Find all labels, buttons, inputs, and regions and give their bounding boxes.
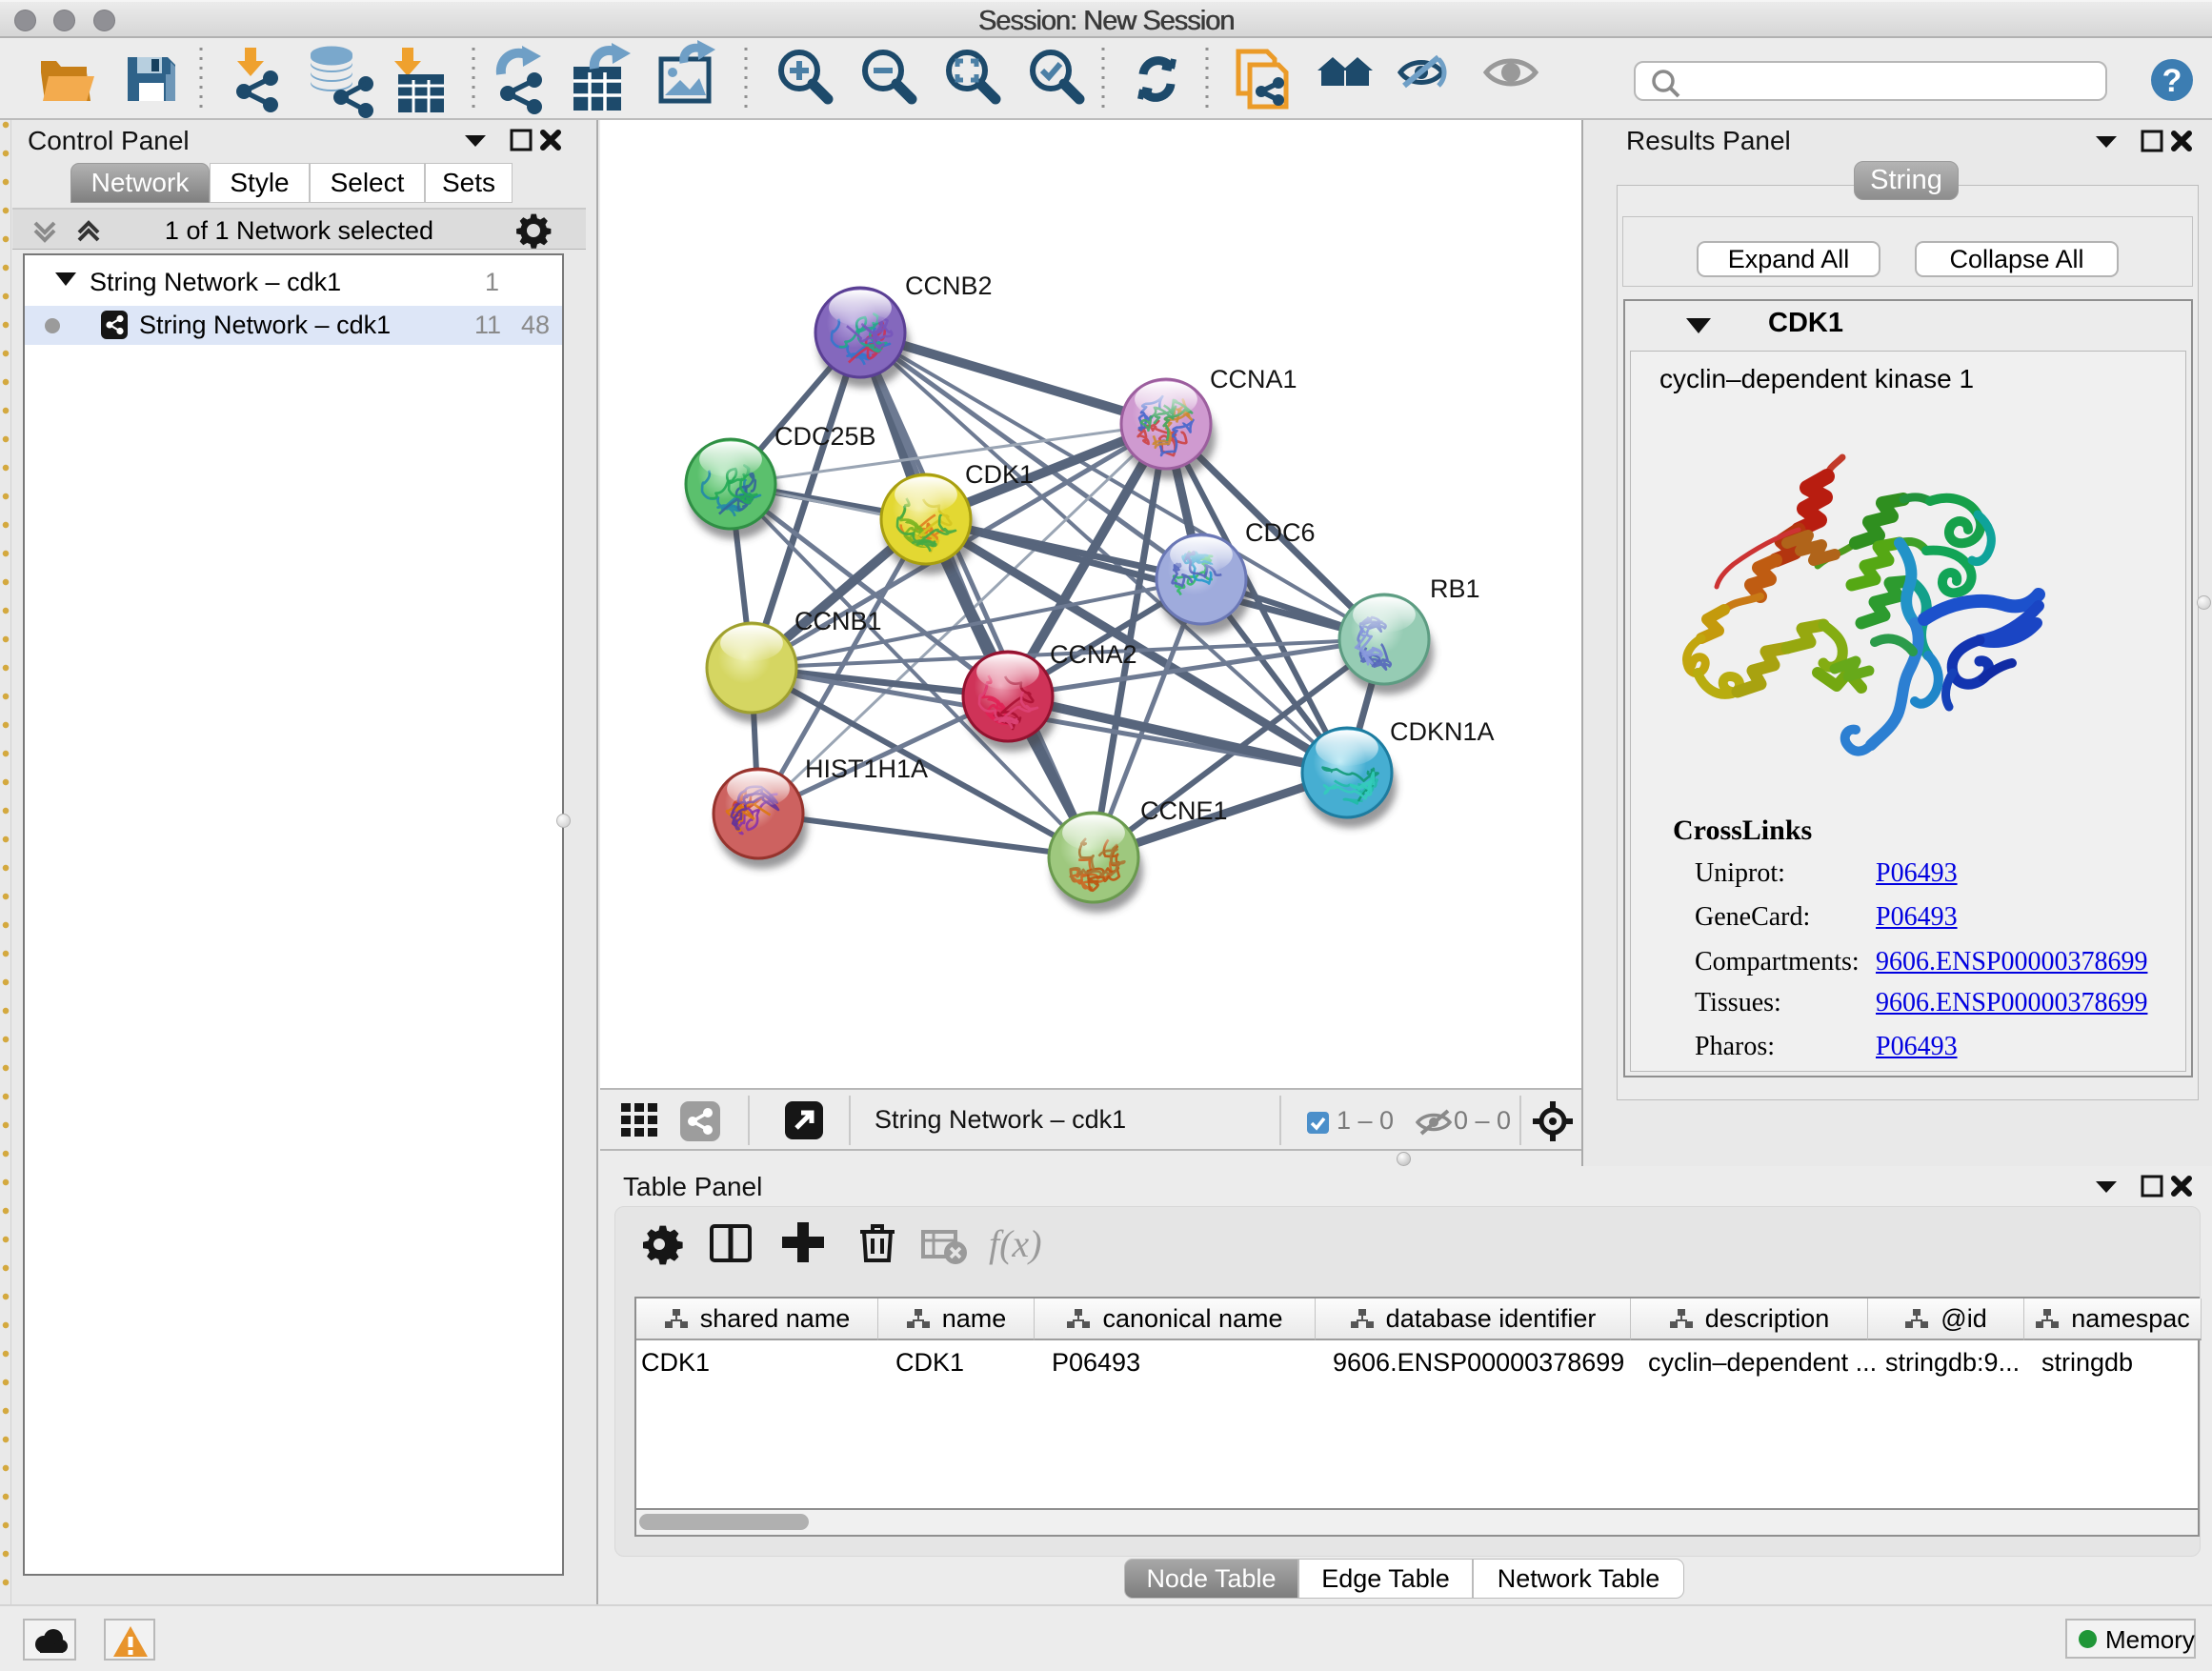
svg-text:RB1: RB1 [1430, 574, 1480, 603]
svg-text:CCNB2: CCNB2 [905, 272, 993, 300]
svg-text:CCNA2: CCNA2 [1050, 640, 1137, 669]
svg-text:CCNA1: CCNA1 [1210, 365, 1297, 393]
svg-text:CDC25B: CDC25B [774, 422, 876, 451]
svg-text:CDK1: CDK1 [965, 460, 1034, 489]
svg-text:HIST1H1A: HIST1H1A [805, 755, 928, 783]
svg-text:CDKN1A: CDKN1A [1390, 717, 1495, 746]
svg-text:CCNB1: CCNB1 [794, 607, 882, 635]
svg-text:?: ? [2162, 63, 2182, 99]
svg-text:CCNE1: CCNE1 [1140, 796, 1228, 825]
svg-text:CDC6: CDC6 [1245, 518, 1316, 547]
svg-text:f(x): f(x) [989, 1222, 1042, 1265]
